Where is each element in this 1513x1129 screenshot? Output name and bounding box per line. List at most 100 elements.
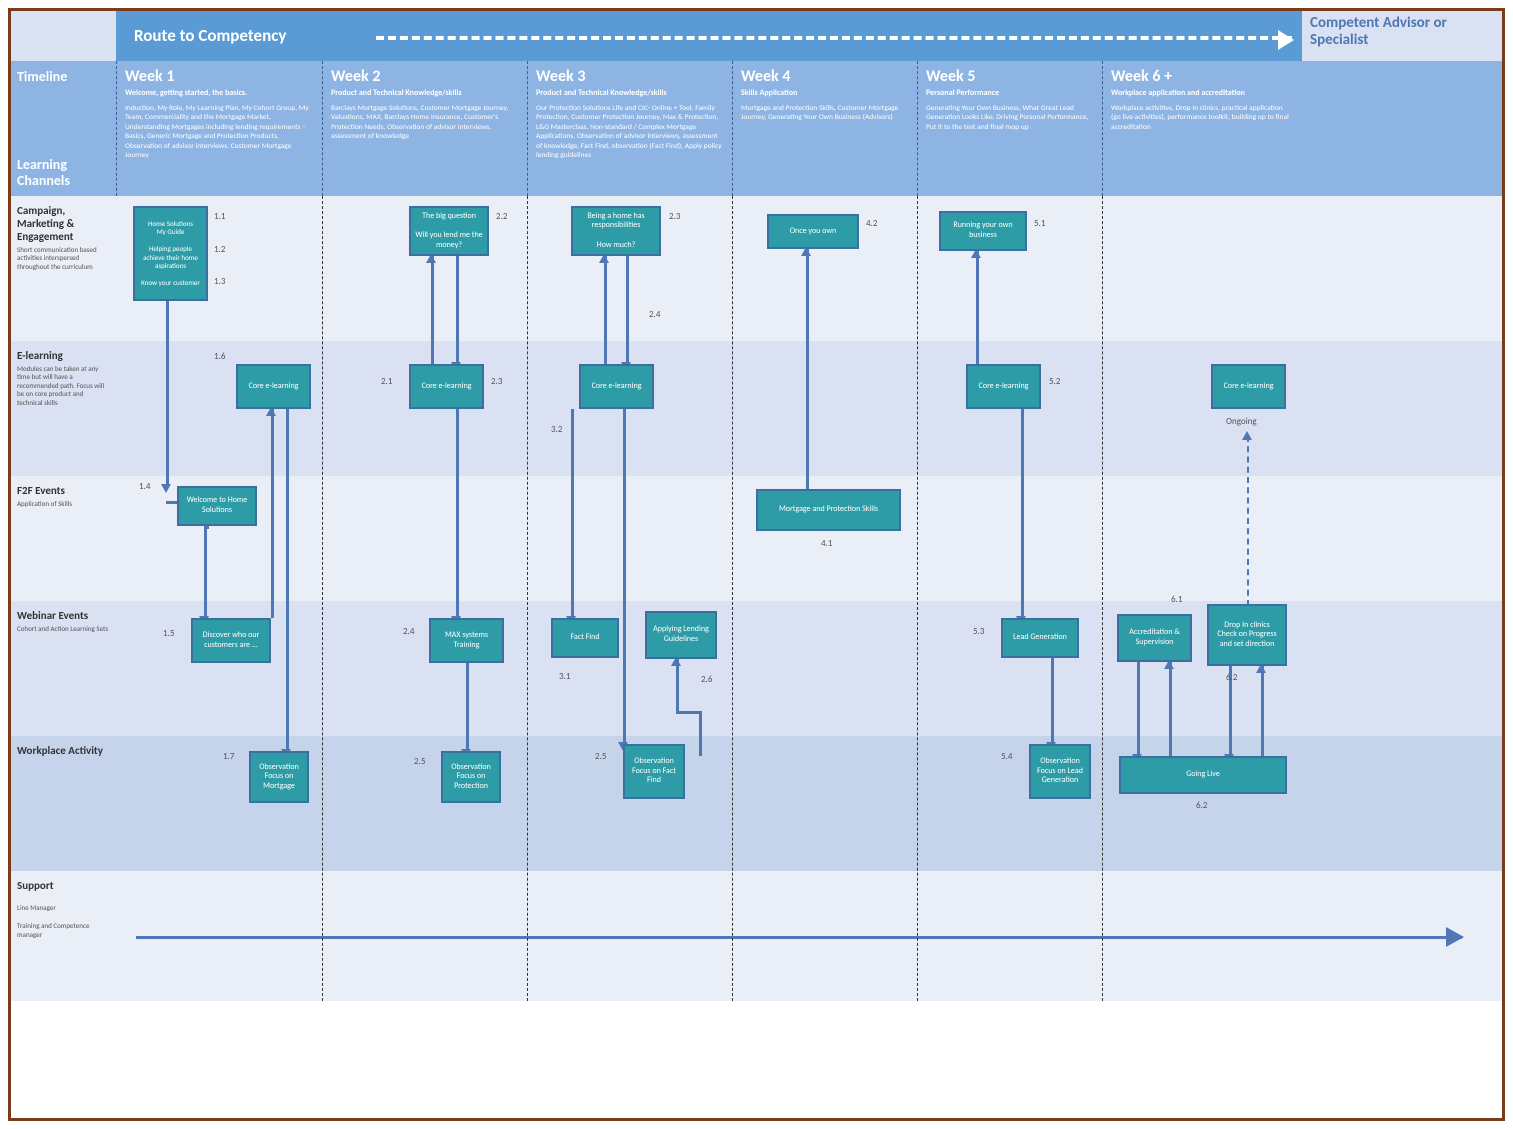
week-4-desc: Mortgage and Protection Skills, Customer… [741,104,909,123]
row-label: E-learningModules can be taken at any ti… [11,341,116,476]
top-left-spacer [11,11,116,61]
support-lm: Line Manager [17,904,110,912]
card-el-w3: Core e-learning [579,364,654,409]
card-welcome: Welcome to Home Solutions [177,486,257,526]
col-divider [1102,196,1103,1001]
lbl-3-5: 2.5 [595,751,606,762]
card-responsibilities: Being a home has responsibilities How mu… [571,206,661,256]
week-4-title: Week 4 [741,67,909,86]
week-1-desc: Induction, My Role, My Learning Plan, My… [125,104,314,160]
row-support: Support Line Manager Training and Compet… [11,871,1502,1001]
week-6-title: Week 6 + [1111,67,1294,86]
diagram-frame: Route to Competency Competent Advisor or… [8,8,1505,1121]
arrow-up-icon [1242,431,1252,440]
row-title: E-learning [17,349,110,362]
conn [204,526,209,529]
lbl-1-2: 1.2 [214,244,225,255]
week-col-6: Week 6 +Workplace application and accred… [1102,61,1302,196]
week-5-sub: Personal Performance [926,88,1094,98]
card-home-solutions: Home Solutions My Guide Helping people a… [133,206,208,301]
lbl-3-1: 3.1 [559,671,570,682]
row-label: Workplace Activity [11,736,116,871]
route-title: Route to Competency [134,27,286,45]
row-campaign: Campaign, Marketing & EngagementShort co… [11,196,1502,341]
card-el-w1: Core e-learning [236,364,311,409]
conn [806,249,809,489]
support-tcm: Training and Competence manager [17,922,110,939]
conn [623,409,626,744]
lbl-3-4: 2.4 [649,309,660,320]
week-header: Timeline Learning Channels Week 1 Welcome… [11,61,1502,196]
week-col-5: Week 5Personal PerformanceGenerating You… [917,61,1102,196]
goal-label: Competent Advisor or Specialist [1302,11,1502,61]
row-body [116,736,1502,871]
conn [1169,662,1172,756]
lbl-5-1: 5.1 [1034,218,1045,229]
card-big-question: The big question Will you lend me the mo… [409,206,489,256]
conn [1021,409,1024,618]
lbl-2-1: 2.1 [381,376,392,387]
lbl-2-5: 2.5 [414,756,425,767]
row-title: Campaign, Marketing & Engagement [17,204,110,243]
conn [466,663,469,751]
conn [976,251,979,364]
conn [431,256,434,364]
top-band: Route to Competency Competent Advisor or… [11,11,1502,61]
conn [271,409,274,618]
row-label: Support Line Manager Training and Compet… [11,871,116,1001]
card-once-own: Once you own [767,214,859,249]
card-el-w5: Core e-learning [966,364,1041,409]
lbl-2-2: 2.2 [496,211,507,222]
week-col-1: Week 1 Welcome, getting started, the basi… [116,61,322,196]
lbl-1-4: 1.4 [139,481,150,492]
header-left: Timeline Learning Channels [11,61,116,196]
dashed-conn [1247,436,1249,606]
conn [699,711,702,756]
card-own-business: Running your own business [939,211,1027,251]
lbl-4-1: 4.1 [821,538,832,549]
week-col-2: Week 2Product and Technical Knowledge/sk… [322,61,527,196]
row-body [116,871,1502,1001]
card-lead-gen: Lead Generation [1001,618,1079,658]
card-el-w2: Core e-learning [409,364,484,409]
week-1-title: Week 1 [125,67,314,86]
conn [1137,662,1140,756]
card-obs-leadgen: Observation Focus on Lead Generation [1029,744,1091,799]
week-3-title: Week 3 [536,67,724,86]
lbl-3-3: 2.3 [669,211,680,222]
lbl-1-6: 1.6 [214,351,225,362]
week-3-desc: Our Protection Solutions Life and CIC- O… [536,104,724,160]
week-2-title: Week 2 [331,67,519,86]
row-label: Campaign, Marketing & EngagementShort co… [11,196,116,341]
card-max: MAX systems Training [429,618,504,663]
conn [604,256,607,364]
conn [166,301,169,486]
col-divider [917,196,918,1001]
week-5-desc: Generating Your Own Business, What Great… [926,104,1094,132]
conn [456,256,459,364]
timeline-label: Timeline [17,69,110,84]
row-body [116,601,1502,736]
week-3-sub: Product and Technical Knowledge/skills [536,88,724,98]
conn [571,409,574,618]
row-body [116,341,1502,476]
card-obs-protection: Observation Focus on Protection [441,751,501,803]
week-col-4: Week 4 Skills Application Mortgage and Pro… [732,61,917,196]
lbl-5-3: 5.3 [973,626,984,637]
conn [676,711,701,714]
card-obs-mortgage: Observation Focus on Mortgage [249,751,309,803]
lbl-1-7: 1.7 [223,751,234,762]
week-1-sub: Welcome, getting started, the basics. [125,88,314,98]
conn [456,409,459,618]
support-arrow-icon [136,936,1462,939]
card-discover: Discover who our customers are ... [191,618,271,663]
card-lending: Applying Lending Guidelines [645,611,717,659]
card-drop-in: Drop In clinics Check on Progress and se… [1207,604,1287,666]
lbl-6-2a: 6.2 [1226,672,1237,683]
conn [204,526,207,618]
lbl-1-5: 1.5 [163,628,174,639]
week-col-3: Week 3 Product and Technical Knowledge/sk… [527,61,732,196]
conn [286,409,289,751]
card-fact-find: Fact Find [551,618,619,658]
week-4-sub: Skills Application [741,88,909,98]
